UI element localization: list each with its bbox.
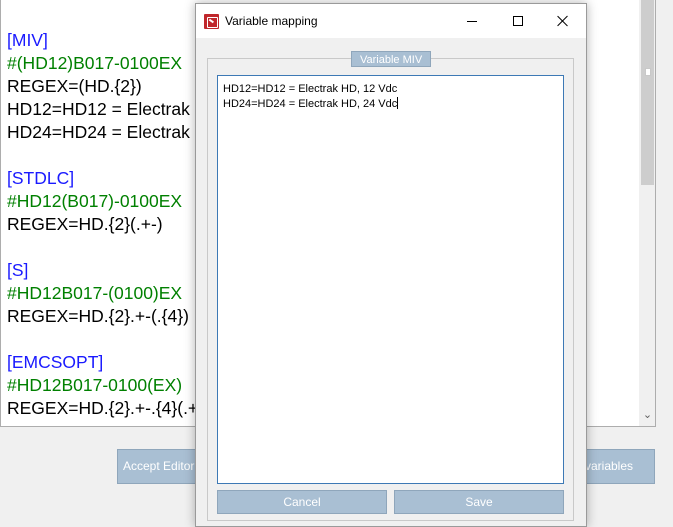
scroll-down-icon[interactable]: ⌄ [639,408,655,421]
minimize-button[interactable] [449,4,495,38]
editor-line: REGEX=HD.{2}.+-.{4}(.+) [7,398,204,418]
cancel-button[interactable]: Cancel [217,490,387,514]
editor-line: [STDLC] [7,168,75,188]
mapping-line: HD12=HD12 = Electrak HD, 12 Vdc [223,83,398,95]
minimize-icon [467,20,477,22]
editor-line: REGEX=HD.{2}(.+-) [7,214,163,234]
variable-mapping-textarea[interactable]: HD12=HD12 = Electrak HD, 12 Vdc HD24=HD2… [217,75,564,484]
editor-line: REGEX=HD.{2}.+-(.{4}) [7,306,189,326]
accept-editor-button[interactable]: Accept Editor [117,449,199,484]
scroll-marker [645,68,651,76]
close-icon [556,15,568,27]
editor-line: REGEX=(HD.{2}) [7,76,142,96]
variable-mapping-dialog: Variable mapping Variable MIV HD12=HD12 … [195,3,587,527]
app-icon [204,14,219,29]
mapping-line: HD24=HD24 = Electrak HD, 24 Vdc [223,97,399,110]
maximize-button[interactable] [495,4,541,38]
editor-scrollbar[interactable]: ⌄ [639,0,655,426]
maximize-icon [513,16,523,26]
save-button[interactable]: Save [394,490,564,514]
group-label: Variable MIV [351,51,432,67]
scrollbar-thumb[interactable] [641,0,654,185]
dialog-title: Variable mapping [225,14,318,28]
editor-line: #HD12B017-(0100)EX [7,283,183,303]
editor-line: #(HD12)B017-0100EX [7,53,183,73]
close-button[interactable] [539,4,585,38]
editor-line: [MIV] [7,30,48,50]
editor-line: #HD12B017-0100(EX) [7,375,183,395]
text-caret [397,97,399,109]
editor-line: #HD12(B017)-0100EX [7,191,183,211]
editor-line: [EMCSOPT] [7,352,104,372]
variables-button[interactable]: variables [578,449,655,484]
dialog-titlebar[interactable]: Variable mapping [196,4,586,38]
editor-line: [S] [7,260,29,280]
